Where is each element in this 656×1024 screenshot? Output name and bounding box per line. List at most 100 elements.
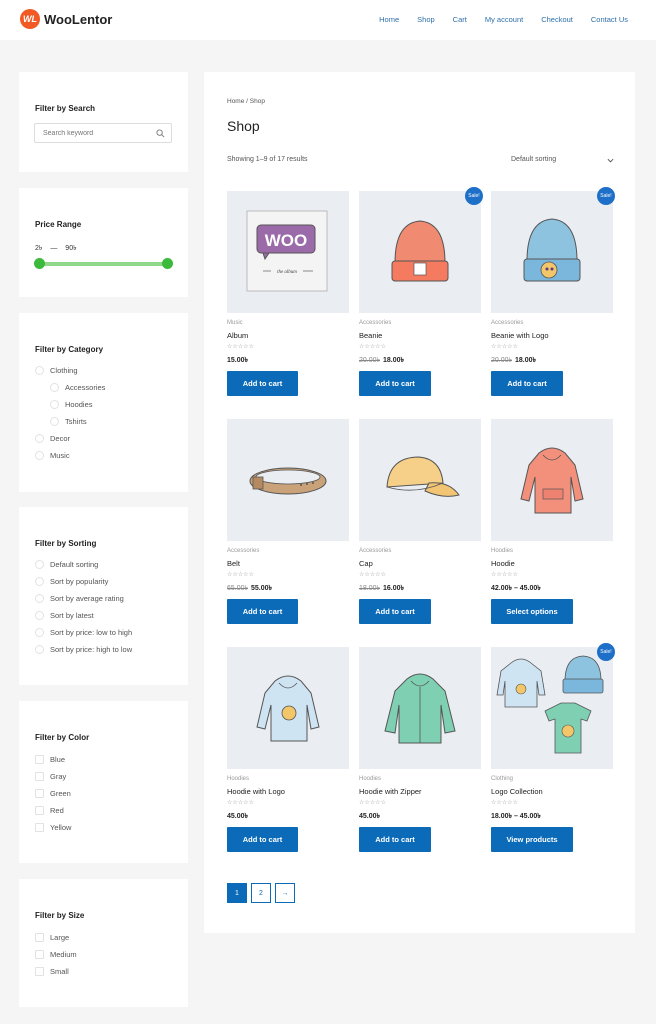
add-to-cart-button[interactable]: Add to cart [359, 827, 431, 852]
category-music[interactable]: Music [35, 451, 70, 460]
size-small[interactable]: Small [35, 967, 69, 976]
category-tshirts[interactable]: Tshirts [50, 417, 87, 426]
category-decor[interactable]: Decor [35, 434, 70, 443]
product-category[interactable]: Accessories [227, 548, 259, 554]
price-slider-min-handle[interactable] [34, 258, 45, 269]
product-category[interactable]: Accessories [359, 548, 391, 554]
nav-checkout[interactable]: Checkout [541, 15, 573, 24]
product-card-belt: Accessories Belt ☆☆☆☆☆ 65.00৳ 55.00৳ Add … [227, 419, 349, 624]
color-red[interactable]: Red [35, 806, 64, 815]
product-category[interactable]: Hoodies [227, 776, 249, 782]
product-card-hoodie: Hoodies Hoodie ☆☆☆☆☆ 42.00৳ – 45.00৳ Sel… [491, 419, 613, 624]
checkbox-icon [35, 789, 44, 798]
product-name[interactable]: Logo Collection [491, 787, 543, 796]
size-label: Large [50, 933, 70, 942]
category-hoodies[interactable]: Hoodies [50, 400, 93, 409]
color-green[interactable]: Green [35, 789, 71, 798]
checkbox-icon [35, 755, 44, 764]
sort-option-rating[interactable]: Sort by average rating [35, 594, 124, 603]
page-1-button[interactable]: 1 [227, 883, 247, 903]
product-image[interactable] [491, 191, 613, 313]
category-label: Music [50, 451, 70, 460]
sort-option-default[interactable]: Default sorting [35, 560, 98, 569]
product-category[interactable]: Clothing [491, 776, 513, 782]
product-price: 20.00৳ 18.00৳ [359, 354, 404, 366]
product-image[interactable] [359, 419, 481, 541]
breadcrumb[interactable]: Home / Shop [227, 98, 265, 105]
nav-my-account[interactable]: My account [485, 15, 523, 24]
product-image[interactable] [227, 419, 349, 541]
product-name[interactable]: Hoodie [491, 559, 515, 568]
product-name[interactable]: Album [227, 331, 248, 340]
sort-option-price-desc[interactable]: Sort by price: high to low [35, 645, 132, 654]
add-to-cart-button[interactable]: Add to cart [491, 371, 563, 396]
product-name[interactable]: Beanie with Logo [491, 331, 549, 340]
nav-shop[interactable]: Shop [417, 15, 435, 24]
product-image[interactable] [491, 647, 613, 769]
select-options-button[interactable]: Select options [491, 599, 573, 624]
sort-option-latest[interactable]: Sort by latest [35, 611, 94, 620]
size-medium[interactable]: Medium [35, 950, 77, 959]
category-label: Clothing [50, 366, 78, 375]
category-label: Hoodies [65, 400, 93, 409]
hoodie-image [520, 447, 584, 514]
search-icon[interactable] [156, 129, 165, 138]
add-to-cart-button[interactable]: Add to cart [227, 371, 298, 396]
add-to-cart-button[interactable]: Add to cart [227, 827, 298, 852]
filter-search-title: Filter by Search [35, 104, 96, 113]
add-to-cart-button[interactable]: Add to cart [359, 599, 431, 624]
nav-cart[interactable]: Cart [453, 15, 467, 24]
current-price: 16.00৳ [383, 585, 405, 592]
price-range-values: 2৳ — 90৳ [35, 242, 77, 254]
next-page-button[interactable]: → [275, 883, 295, 903]
nav-contact-us[interactable]: Contact Us [591, 15, 628, 24]
sort-select[interactable]: Default sorting [511, 156, 614, 163]
product-category[interactable]: Hoodies [359, 776, 381, 782]
product-price: 18.00৳ – 45.00৳ [491, 810, 541, 822]
filter-category-widget: Filter by Category Clothing Accessories … [19, 313, 188, 492]
product-image[interactable] [491, 419, 613, 541]
size-large[interactable]: Large [35, 933, 69, 942]
view-products-button[interactable]: View products [491, 827, 573, 852]
product-category[interactable]: Accessories [359, 320, 391, 326]
sort-option-popularity[interactable]: Sort by popularity [35, 577, 108, 586]
filter-sorting-widget: Filter by Sorting Default sorting Sort b… [19, 507, 188, 685]
product-category[interactable]: Hoodies [491, 548, 513, 554]
product-name[interactable]: Hoodie with Logo [227, 787, 285, 796]
product-name[interactable]: Hoodie with Zipper [359, 787, 422, 796]
page-2-button[interactable]: 2 [251, 883, 271, 903]
price-slider-track[interactable] [39, 262, 168, 266]
color-blue[interactable]: Blue [35, 755, 65, 764]
product-name[interactable]: Cap [359, 559, 373, 568]
price-slider-max-handle[interactable] [162, 258, 173, 269]
product-image[interactable] [359, 191, 481, 313]
category-accessories[interactable]: Accessories [50, 383, 105, 392]
product-name[interactable]: Belt [227, 559, 240, 568]
search-input[interactable] [35, 124, 145, 142]
color-yellow[interactable]: Yellow [35, 823, 71, 832]
old-price: 18.00৳ [359, 585, 381, 592]
color-gray[interactable]: Gray [35, 772, 66, 781]
album-image: WOO the album [246, 210, 328, 292]
star-rating-icon: ☆☆☆☆☆ [359, 344, 386, 350]
radio-icon [50, 400, 59, 409]
sort-option-price-asc[interactable]: Sort by price: low to high [35, 628, 132, 637]
add-to-cart-button[interactable]: Add to cart [227, 599, 298, 624]
product-category[interactable]: Accessories [491, 320, 523, 326]
current-price: 45.00৳ [359, 813, 381, 820]
radio-icon [35, 366, 44, 375]
product-image[interactable]: WOO the album [227, 191, 349, 313]
product-image[interactable] [359, 647, 481, 769]
logo-mark: WL [20, 9, 40, 29]
product-image[interactable] [227, 647, 349, 769]
product-name[interactable]: Beanie [359, 331, 382, 340]
hoodie-logo-image [256, 675, 320, 742]
site-logo[interactable]: WL WooLentor [20, 9, 112, 29]
product-category[interactable]: Music [227, 320, 243, 326]
nav-home[interactable]: Home [379, 15, 399, 24]
product-price: 65.00৳ 55.00৳ [227, 582, 272, 594]
product-card-logo-collection: Sale! Clothing Logo Collection ☆☆☆☆☆ 18.… [491, 643, 615, 852]
add-to-cart-button[interactable]: Add to cart [359, 371, 431, 396]
category-clothing[interactable]: Clothing [35, 366, 78, 375]
sort-option-label: Sort by price: high to low [50, 645, 133, 654]
